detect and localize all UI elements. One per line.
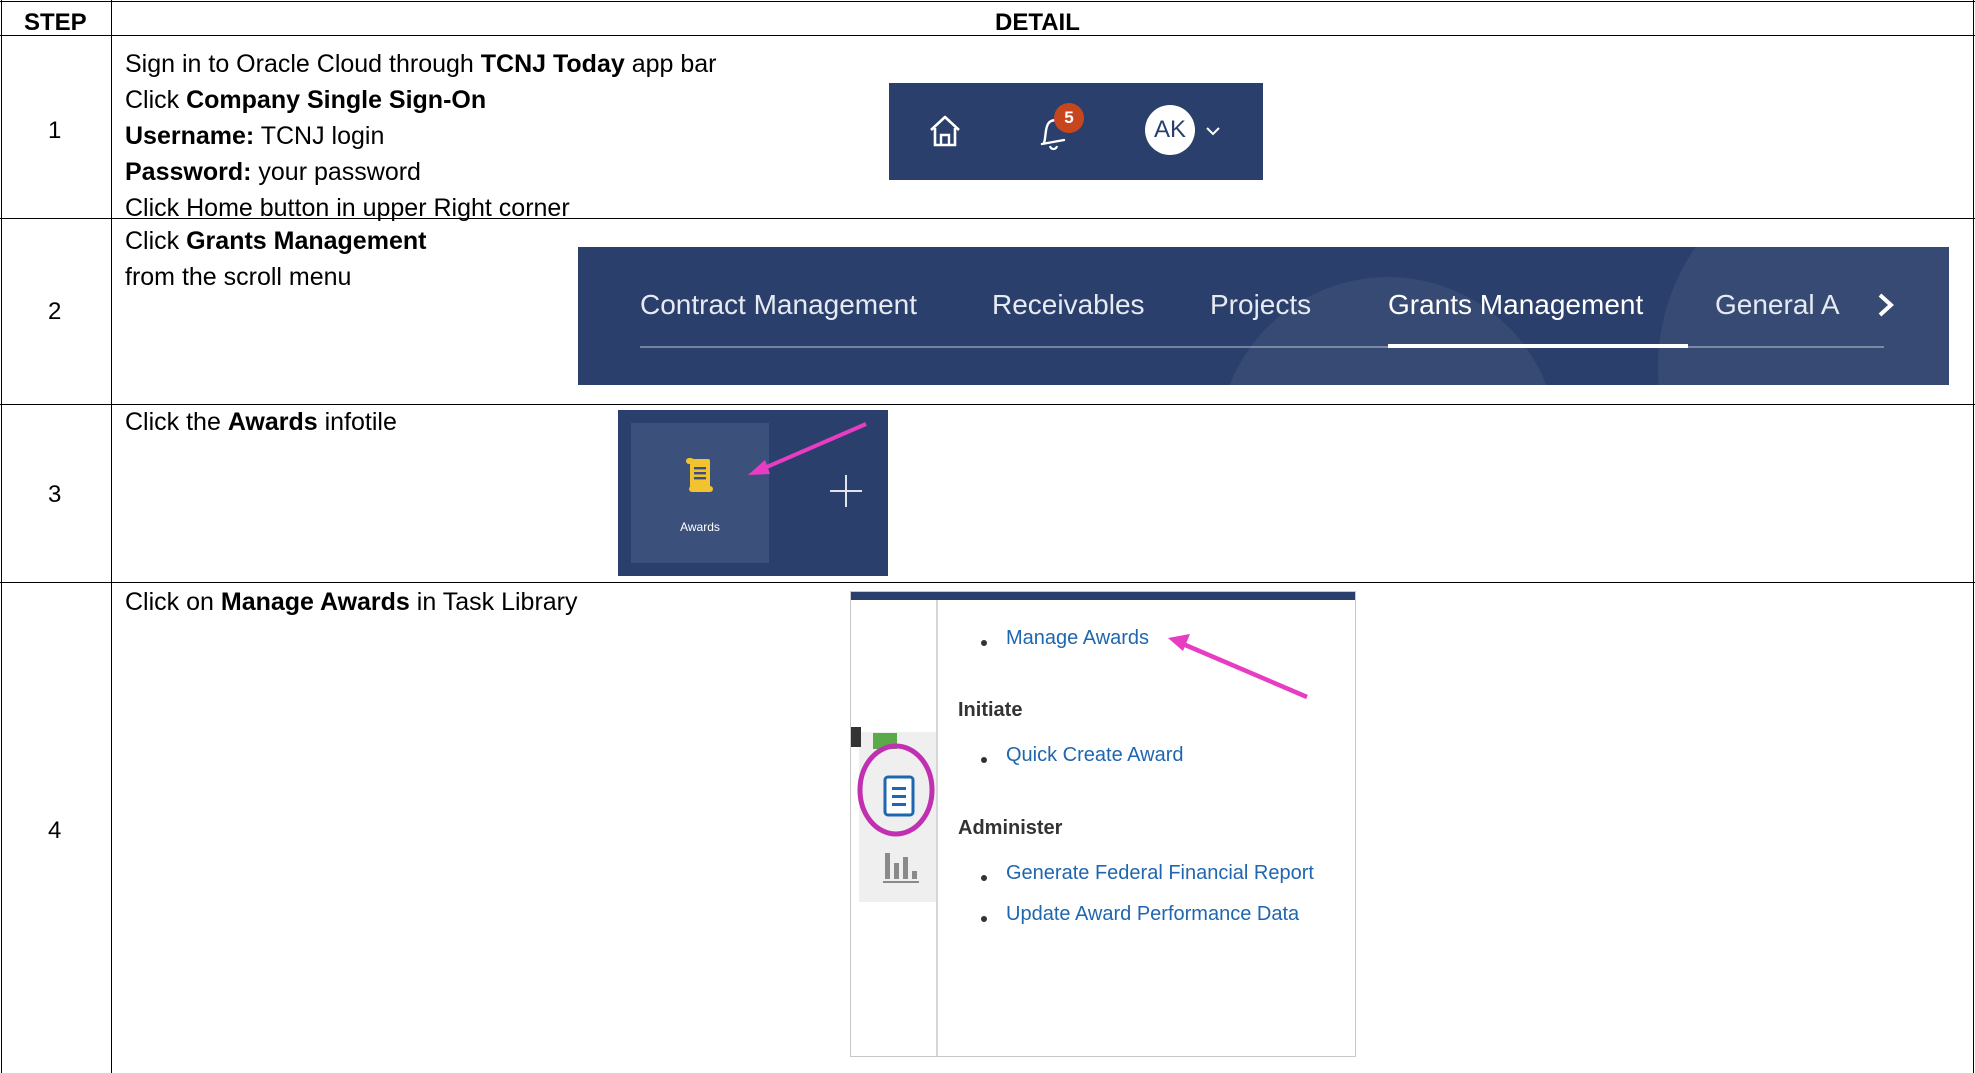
administer-heading: Administer — [958, 817, 1063, 839]
nav-item-receivables[interactable]: Receivables — [992, 289, 1145, 321]
bold-term: Password: — [125, 158, 252, 186]
table-border-top — [0, 1, 1975, 2]
nav-item-grants-management[interactable]: Grants Management — [1388, 289, 1643, 321]
chevron-down-icon[interactable] — [1205, 125, 1221, 137]
step-text-run: Click — [125, 86, 187, 114]
step-text-run: from the scroll menu — [125, 263, 352, 291]
step-text-run: Click on — [125, 588, 221, 616]
column-rule — [111, 0, 112, 1073]
step-number-2: 2 — [48, 298, 62, 325]
step-4-text: Click on Manage Awards in Task Library — [125, 584, 578, 620]
step-text-run: infotile — [317, 408, 397, 436]
bold-term: Manage Awards — [220, 588, 410, 616]
home-icon[interactable] — [927, 113, 963, 149]
initiate-heading: Initiate — [958, 699, 1023, 721]
step-1-line: Click Home button in upper Right corner — [125, 190, 717, 226]
bold-term: Company Single Sign-On — [186, 86, 487, 114]
list-bullet — [981, 916, 987, 922]
row-rule-3 — [0, 582, 1975, 583]
step-text-run: Click — [125, 227, 187, 255]
step-1-text: Sign in to Oracle Cloud through TCNJ Tod… — [125, 46, 717, 226]
header-step: STEP — [24, 9, 87, 36]
bold-term: Username: — [125, 122, 255, 150]
generate-federal-financial-report-link[interactable]: Generate Federal Financial Report — [1006, 862, 1314, 885]
table-border-left — [1, 0, 2, 1073]
table-border-right — [1973, 0, 1974, 1073]
scroll-icon — [686, 458, 713, 492]
task-library-screenshot: Manage Awards Initiate Quick Create Awar… — [850, 591, 1356, 1057]
update-award-performance-data-link[interactable]: Update Award Performance Data — [1006, 903, 1299, 926]
step-text-run: app bar — [624, 50, 717, 78]
table-header-rule — [0, 35, 1975, 36]
step-4-line: Click on Manage Awards in Task Library — [125, 584, 578, 620]
oracle-app-bar-screenshot: 5 AK — [889, 83, 1263, 180]
step-text-run: in Task Library — [409, 588, 578, 616]
step-number-4: 4 — [48, 817, 62, 844]
step-1-line: Sign in to Oracle Cloud through TCNJ Tod… — [125, 46, 717, 82]
step-1-line: Username: TCNJ login — [125, 118, 717, 154]
cropped-label-fragment — [851, 727, 861, 747]
manage-awards-link[interactable]: Manage Awards — [1006, 627, 1149, 650]
awards-infotile[interactable]: Awards — [631, 423, 769, 563]
bold-term: Grants Management — [186, 227, 427, 255]
panel-divider — [936, 600, 938, 1056]
chevron-right-icon[interactable] — [1874, 289, 1898, 321]
step-3-line: Click the Awards infotile — [125, 404, 397, 440]
step-text-run: your password — [251, 158, 421, 186]
step-2-line: from the scroll menu — [125, 259, 426, 295]
bar-chart-icon[interactable] — [881, 845, 921, 885]
avatar[interactable]: AK — [1145, 105, 1195, 155]
oracle-scroll-menu-screenshot: Contract Management Receivables Projects… — [578, 247, 1949, 385]
plus-icon[interactable] — [828, 473, 864, 509]
list-bullet — [981, 640, 987, 646]
task-list-icon[interactable] — [881, 775, 917, 817]
nav-active-indicator — [1388, 344, 1688, 348]
nav-item-contract-management[interactable]: Contract Management — [640, 289, 917, 321]
bold-term: TCNJ Today — [480, 50, 625, 78]
step-text-run: Click the — [125, 408, 228, 436]
step-number-1: 1 — [48, 117, 62, 144]
bold-term: Awards — [227, 408, 318, 436]
awards-infotile-screenshot: Awards — [618, 410, 888, 576]
nav-underline — [640, 346, 1884, 348]
nav-item-projects[interactable]: Projects — [1210, 289, 1311, 321]
quick-create-award-link[interactable]: Quick Create Award — [1006, 744, 1184, 767]
list-bullet — [981, 875, 987, 881]
list-bullet — [981, 757, 987, 763]
step-number-3: 3 — [48, 481, 62, 508]
step-text-run: Click Home button in upper Right corner — [125, 194, 570, 222]
step-text-run: TCNJ login — [254, 122, 385, 150]
step-1-line: Click Company Single Sign-On — [125, 82, 717, 118]
step-1-line: Password: your password — [125, 154, 717, 190]
cropped-flag-icon — [873, 733, 897, 749]
step-2-text: Click Grants Management from the scroll m… — [125, 223, 426, 295]
nav-item-general-accounting[interactable]: General Ac — [1715, 289, 1840, 321]
notification-badge: 5 — [1054, 103, 1084, 133]
header-detail: DETAIL — [995, 9, 1080, 36]
panel-top-bar — [851, 592, 1355, 600]
step-2-line: Click Grants Management — [125, 223, 426, 259]
step-3-text: Click the Awards infotile — [125, 404, 397, 440]
infotile-label: Awards — [680, 520, 720, 534]
step-text-run: Sign in to Oracle Cloud through — [125, 50, 481, 78]
